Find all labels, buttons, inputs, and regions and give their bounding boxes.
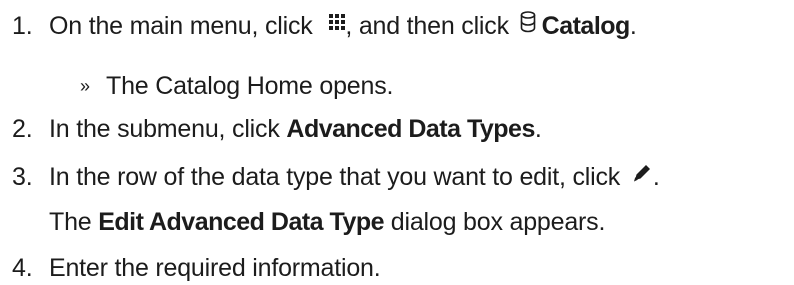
step-text-after: .	[629, 12, 637, 41]
result-bullet: »	[80, 76, 90, 96]
pencil-icon	[631, 162, 653, 195]
step-text: In the submenu, click Advanced Data Type…	[49, 114, 542, 144]
catalog-label: Catalog	[541, 12, 631, 41]
step-text: Enter the required information.	[49, 254, 381, 282]
step-number: 4.	[12, 254, 33, 282]
step-text: On the main menu, click , and then click	[49, 11, 637, 44]
step-number: 3.	[12, 163, 33, 191]
step-text-after: .	[652, 163, 660, 192]
step-text-after: .	[534, 115, 542, 143]
step-1-result: » The Catalog Home opens.	[80, 71, 393, 101]
step-text: In the row of the data type that you wan…	[49, 162, 660, 195]
edit-advanced-data-type-label: Edit Advanced Data Type	[98, 208, 385, 236]
step-number: 2.	[12, 115, 33, 143]
step-text-middle: , and then click	[345, 12, 509, 41]
procedure-steps: 1. On the main menu, click , and then cl…	[0, 0, 794, 285]
step-text-before: In the submenu, click	[49, 115, 280, 143]
step-text-before: In the row of the data type that you wan…	[49, 163, 621, 192]
note-text-after: dialog box appears.	[390, 208, 606, 236]
step-number: 1.	[12, 12, 33, 40]
note-text-before: The	[49, 208, 92, 236]
advanced-data-types-label: Advanced Data Types	[286, 115, 535, 143]
step-text-before: On the main menu, click	[49, 12, 313, 41]
database-icon	[520, 11, 536, 44]
result-text: The Catalog Home opens.	[106, 72, 394, 100]
note-text: The Edit Advanced Data Type dialog box a…	[49, 207, 605, 237]
